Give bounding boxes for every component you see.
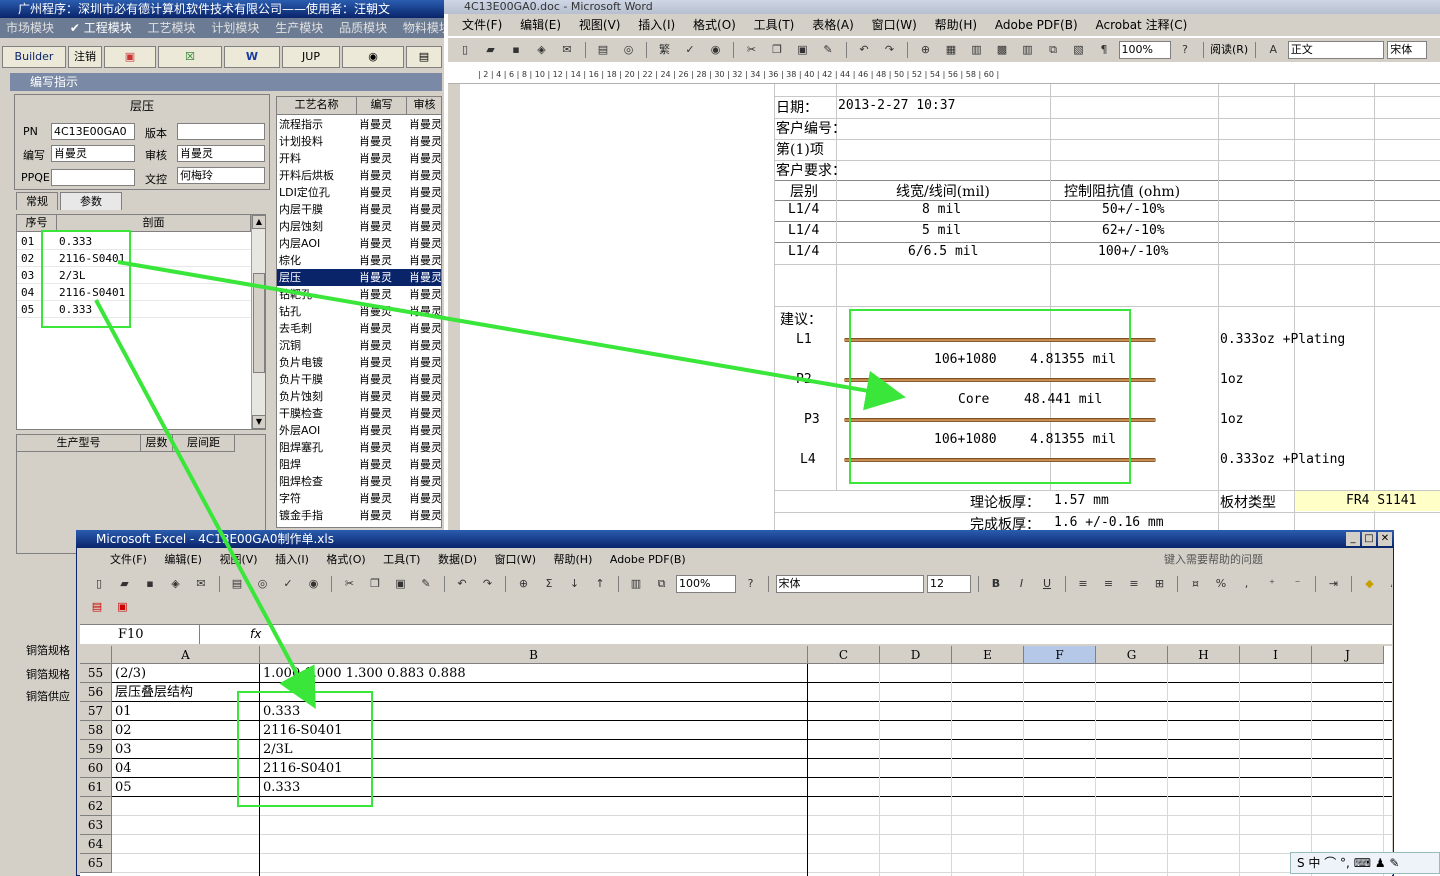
arrow-to-excel <box>94 299 316 710</box>
arrow-to-word <box>117 260 906 411</box>
arrow-overlay <box>94 260 906 710</box>
ime-tray[interactable]: S 中 ⌒ °, ⌨ ♟ ✎ <box>1290 852 1440 874</box>
